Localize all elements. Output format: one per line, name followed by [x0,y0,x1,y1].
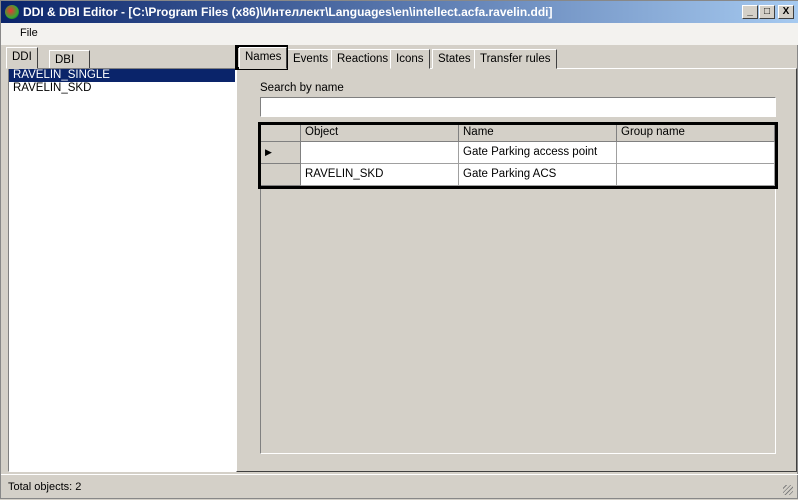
tab-icons[interactable]: Icons [390,49,430,69]
window-title: DDI & DBI Editor - [C:\Program Files (x8… [23,5,553,19]
tab-transfer-rules[interactable]: Transfer rules [474,49,557,69]
tab-events[interactable]: Events [287,49,335,69]
grid-highlight-frame [258,122,778,189]
object-list[interactable]: RAVELIN_SINGLE RAVELIN_SKD [8,68,236,472]
tab-states[interactable]: States [432,49,477,69]
tab-names[interactable]: Names [239,47,288,69]
list-item[interactable]: RAVELIN_SKD [9,82,235,95]
menu-bar [1,23,798,45]
maximize-button[interactable]: □ [759,5,775,19]
close-button[interactable]: X [778,5,794,19]
tab-dbi[interactable]: DBI [49,50,90,70]
title-bar: DDI & DBI Editor - [C:\Program Files (x8… [1,1,798,23]
tab-ddi[interactable]: DDI [6,47,38,69]
app-icon [5,5,19,19]
status-bar: Total objects: 2 [1,474,798,500]
menu-file[interactable]: File [20,27,38,39]
total-objects-text: Total objects: 2 [8,481,82,493]
list-item[interactable]: RAVELIN_SINGLE [9,69,235,82]
search-label: Search by name [260,82,344,94]
resize-grip-icon[interactable] [783,485,793,495]
search-input[interactable] [260,97,776,117]
tab-reactions[interactable]: Reactions [331,49,395,69]
minimize-button[interactable]: _ [742,5,758,19]
